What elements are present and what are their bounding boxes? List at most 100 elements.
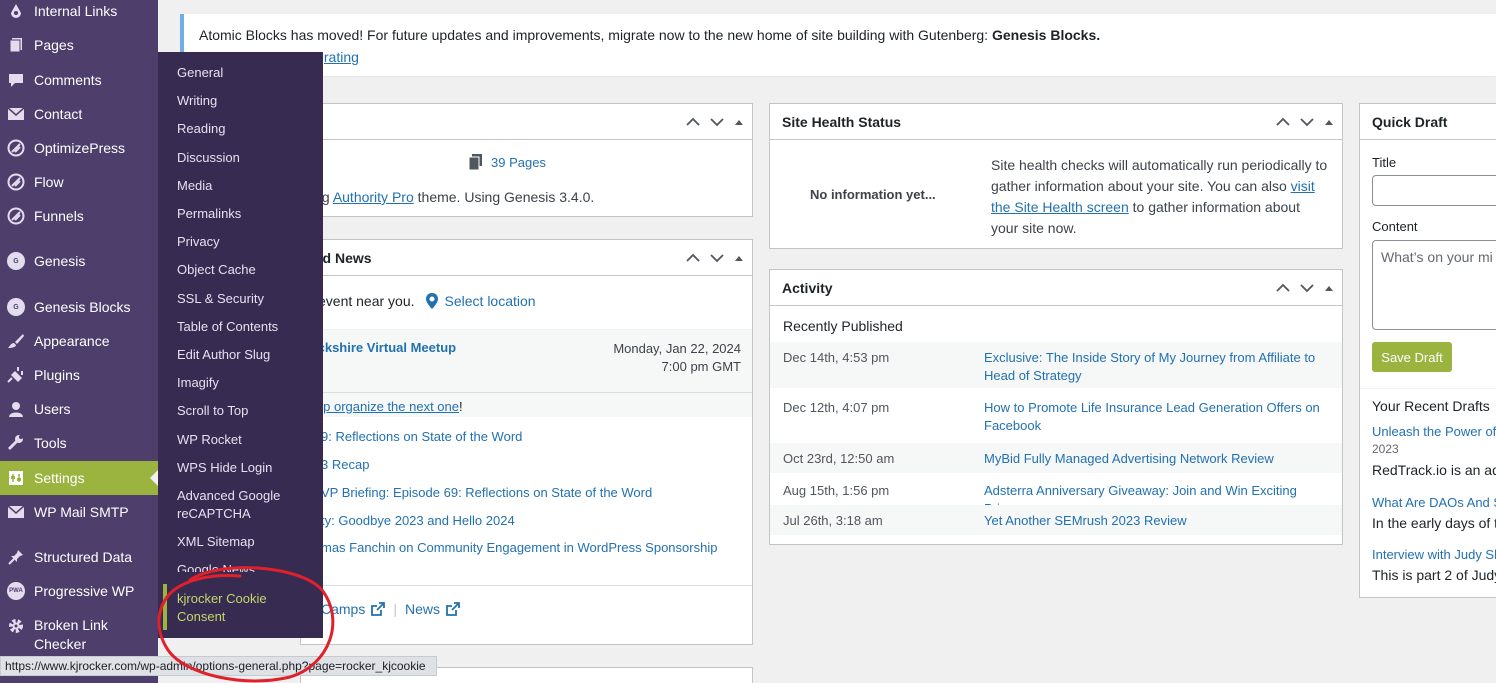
sidebar-item-appearance[interactable]: Appearance: [0, 324, 158, 358]
sidebar-item-contact[interactable]: Contact: [0, 97, 158, 131]
user-icon: [6, 399, 26, 419]
external-link-icon: [371, 602, 386, 616]
site-health-box: Site Health Status No information yet...…: [769, 103, 1343, 249]
collapse-icon[interactable]: [1324, 284, 1334, 292]
settings-icon: [6, 468, 26, 488]
sidebar-item-broken-link-checker[interactable]: Broken Link Checker: [0, 614, 158, 654]
submenu-google-news[interactable]: Google News: [177, 561, 317, 572]
sidebar-item-genesis-blocks[interactable]: G Genesis Blocks: [0, 290, 158, 324]
submenu-table-of-contents[interactable]: Table of Contents: [177, 318, 317, 336]
news-item[interactable]: ty: Goodbye 2023 and Hello 2024: [321, 513, 515, 528]
recent-drafts-heading: Your Recent Drafts: [1372, 398, 1490, 414]
genesis-blocks-icon: G: [6, 297, 26, 317]
organize-link[interactable]: elp organize the next one: [313, 399, 459, 414]
site-health-status: No information yet...: [810, 187, 936, 202]
activity-post-link[interactable]: Exclusive: The Inside Story of My Journe…: [984, 349, 1329, 385]
pwa-icon: PWA: [6, 581, 26, 601]
submenu-writing[interactable]: Writing: [177, 92, 317, 110]
submenu-ssl-security[interactable]: SSL & Security: [177, 290, 317, 308]
pin-icon: [6, 547, 26, 567]
recently-published-heading: Recently Published: [783, 318, 903, 334]
sidebar-item-settings[interactable]: Settings: [0, 461, 158, 495]
submenu-wps-hide-login[interactable]: WPS Hide Login: [177, 459, 317, 477]
news-item[interactable]: 9: Reflections on State of the Word: [321, 429, 522, 444]
submenu-permalinks[interactable]: Permalinks: [177, 205, 317, 223]
plugin-icon: [6, 365, 26, 385]
sidebar-item-optimizepress[interactable]: OptimizePress: [0, 131, 158, 165]
submenu-wp-rocket[interactable]: WP Rocket: [177, 431, 317, 449]
submenu-current-indicator: [163, 584, 167, 630]
sidebar-item-progressive-wp[interactable]: PWA Progressive WP: [0, 574, 158, 608]
site-health-screen-link[interactable]: the Site Health screen: [991, 199, 1129, 215]
move-up-icon[interactable]: [1276, 117, 1290, 127]
flow-icon: [6, 172, 26, 192]
sidebar-item-funnels[interactable]: Funnels: [0, 199, 158, 233]
mail-icon: [6, 502, 26, 522]
draft-link[interactable]: Unleash the Power of: [1372, 424, 1496, 439]
activity-row: Jul 26th, 3:18 am Yet Another SEMrush 20…: [770, 505, 1342, 535]
activity-row: Aug 15th, 1:56 pm Adsterra Anniversary G…: [770, 473, 1342, 516]
move-up-icon[interactable]: [686, 253, 700, 263]
collapse-icon[interactable]: [1324, 118, 1334, 126]
sidebar-item-users[interactable]: Users: [0, 392, 158, 426]
atomic-blocks-notice: Atomic Blocks has moved! For future upda…: [180, 14, 1496, 76]
activity-row: Dec 14th, 4:53 pm Exclusive: The Inside …: [770, 342, 1342, 388]
submenu-xml-sitemap[interactable]: XML Sitemap: [177, 533, 317, 551]
sidebar-item-genesis[interactable]: G Genesis: [0, 244, 158, 278]
move-down-icon[interactable]: [710, 117, 724, 127]
news-item[interactable]: VP Briefing: Episode 69: Reflections on …: [321, 485, 652, 500]
pages-icon: [469, 154, 482, 170]
save-draft-button[interactable]: Save Draft: [1372, 342, 1452, 372]
activity-box: Activity Recently Published Dec 14th, 4:…: [769, 269, 1343, 545]
move-down-icon[interactable]: [1300, 117, 1314, 127]
sidebar-item-plugins[interactable]: Plugins: [0, 358, 158, 392]
news-item[interactable]: mas Fanchin on Community Engagement in W…: [321, 540, 717, 555]
meetup-link[interactable]: ickshire Virtual Meetup: [314, 340, 456, 355]
sidebar-item-tools[interactable]: Tools: [0, 426, 158, 460]
submenu-imagify[interactable]: Imagify: [177, 374, 317, 392]
funnels-icon: [6, 206, 26, 226]
move-up-icon[interactable]: [686, 117, 700, 127]
draft-title-input[interactable]: [1372, 175, 1496, 206]
activity-post-link[interactable]: How to Promote Life Insurance Lead Gener…: [984, 399, 1329, 435]
submenu-advanced-google-recaptcha[interactable]: Advanced Google reCAPTCHA: [177, 487, 317, 523]
collapse-icon[interactable]: [734, 118, 744, 126]
wordcamps-link[interactable]: Camps: [321, 601, 365, 617]
move-down-icon[interactable]: [1300, 283, 1314, 293]
at-a-glance-box: 39 Pages ing Authority Pro theme. Using …: [300, 103, 753, 217]
visit-site-health-link[interactable]: visit: [1291, 178, 1315, 194]
submenu-kjrocker-cookie-consent[interactable]: kjrocker Cookie Consent: [177, 590, 317, 626]
sidebar-item-structured-data[interactable]: Structured Data: [0, 540, 158, 574]
draft-link[interactable]: Interview with Judy Sh: [1372, 547, 1496, 562]
theme-link[interactable]: Authority Pro: [333, 189, 414, 205]
brush-icon: [6, 331, 26, 351]
sidebar-item-pages[interactable]: Pages: [0, 28, 158, 62]
submenu-edit-author-slug[interactable]: Edit Author Slug: [177, 346, 317, 364]
pages-icon: [6, 35, 26, 55]
mail-icon: [6, 104, 26, 124]
submenu-general[interactable]: General: [177, 64, 317, 82]
draft-content-textarea[interactable]: What’s on your mi: [1372, 240, 1496, 330]
sidebar-item-internal-links[interactable]: Internal Links: [0, 0, 158, 28]
activity-post-link[interactable]: MyBid Fully Managed Advertising Network …: [984, 450, 1329, 468]
sidebar-item-comments[interactable]: Comments: [0, 63, 158, 97]
activity-post-link[interactable]: Yet Another SEMrush 2023 Review: [984, 512, 1329, 530]
sidebar-item-flow[interactable]: Flow: [0, 165, 158, 199]
submenu-object-cache[interactable]: Object Cache: [177, 261, 317, 279]
pages-count-link[interactable]: 39 Pages: [491, 155, 546, 170]
submenu-media[interactable]: Media: [177, 177, 317, 195]
submenu-discussion[interactable]: Discussion: [177, 149, 317, 167]
sidebar-item-wp-mail-smtp[interactable]: WP Mail SMTP: [0, 495, 158, 529]
draft-link[interactable]: What Are DAOs And S: [1372, 495, 1496, 510]
submenu-scroll-to-top[interactable]: Scroll to Top: [177, 402, 317, 420]
collapse-icon[interactable]: [734, 254, 744, 262]
news-item[interactable]: 3 Recap: [321, 457, 369, 472]
move-up-icon[interactable]: [1276, 283, 1290, 293]
activity-title: Activity: [782, 279, 833, 296]
comment-icon: [6, 70, 26, 90]
move-down-icon[interactable]: [710, 253, 724, 263]
submenu-privacy[interactable]: Privacy: [177, 233, 317, 251]
submenu-reading[interactable]: Reading: [177, 120, 317, 138]
news-link[interactable]: News: [405, 601, 440, 617]
select-location-link[interactable]: Select location: [445, 293, 536, 309]
